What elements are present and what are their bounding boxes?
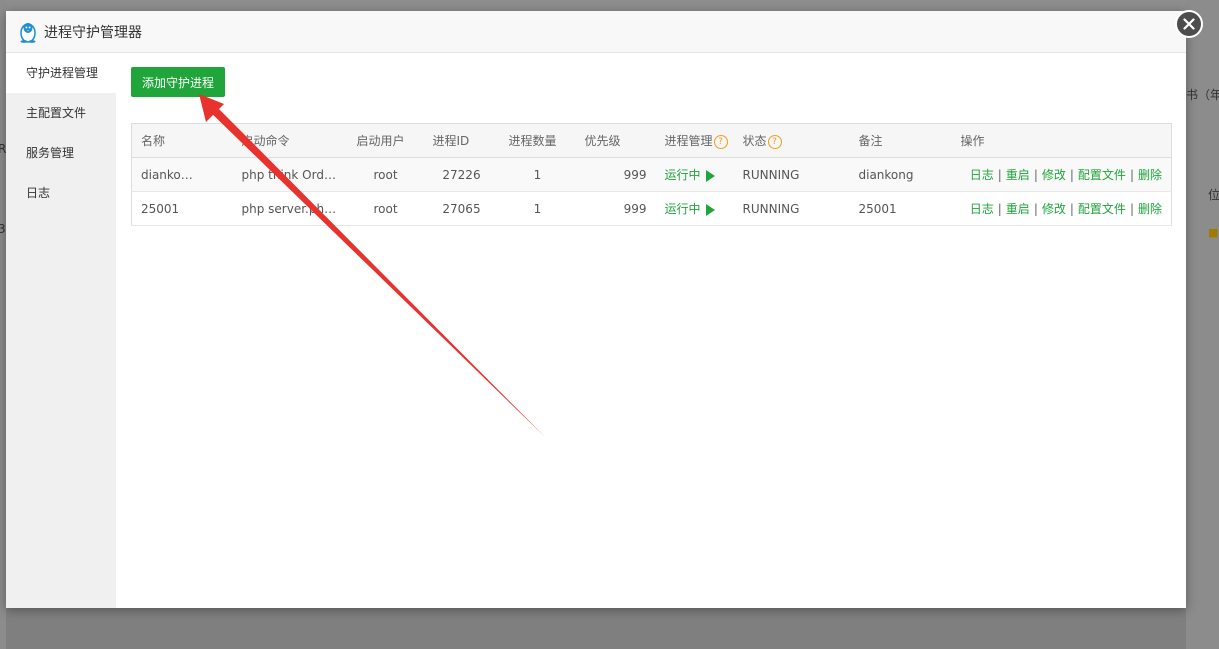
- background-text: 位: [1208, 188, 1219, 202]
- column-header-status: 状态?: [733, 123, 850, 158]
- cell-remark: diankong: [849, 157, 952, 192]
- cell-pid: 27065: [423, 191, 500, 226]
- table-row: dianko… php think Orde… root 27226 1 999…: [131, 157, 1172, 192]
- column-header-name: 名称: [131, 123, 233, 158]
- dialog-header: 进程守护管理器: [6, 11, 1186, 53]
- cell-command: php think Orde…: [232, 157, 348, 192]
- cell-status: RUNNING: [733, 157, 850, 192]
- table-header-row: 名称 启动命令 启动用户 进程ID 进程数量 优先级 进程管理? 状态? 备注 …: [131, 123, 1172, 158]
- delete-link[interactable]: 删除: [1138, 168, 1162, 182]
- column-header-manage-label: 进程管理: [664, 134, 713, 148]
- dialog-title: 进程守护管理器: [44, 24, 142, 41]
- op-separator: |: [1069, 202, 1074, 216]
- penguin-logo-icon: [18, 21, 38, 43]
- cell-name: dianko…: [131, 157, 233, 192]
- edit-link[interactable]: 修改: [1042, 202, 1066, 216]
- column-header-remark: 备注: [849, 123, 952, 158]
- process-table: 名称 启动命令 启动用户 进程ID 进程数量 优先级 进程管理? 状态? 备注 …: [131, 123, 1172, 226]
- op-separator: |: [1033, 168, 1038, 182]
- edit-link[interactable]: 修改: [1042, 168, 1066, 182]
- sidebar-item-log[interactable]: 日志: [6, 173, 116, 213]
- cell-user: root: [347, 191, 424, 226]
- log-link[interactable]: 日志: [970, 202, 994, 216]
- column-header-user: 启动用户: [347, 123, 424, 158]
- op-separator: |: [997, 168, 1002, 182]
- op-separator: |: [1129, 168, 1134, 182]
- cell-pid: 27226: [423, 157, 500, 192]
- column-header-manage: 进程管理?: [655, 123, 734, 158]
- restart-link[interactable]: 重启: [1006, 202, 1030, 216]
- sidebar-item-main-config[interactable]: 主配置文件: [6, 93, 116, 133]
- running-label: 运行中: [664, 168, 701, 182]
- sidebar-item-label: 守护进程管理: [26, 66, 99, 80]
- delete-link[interactable]: 删除: [1138, 202, 1162, 216]
- log-link[interactable]: 日志: [970, 168, 994, 182]
- sidebar-item-label: 主配置文件: [26, 106, 87, 120]
- op-separator: |: [997, 202, 1002, 216]
- column-header-priority: 优先级: [575, 123, 656, 158]
- column-header-pid: 进程ID: [423, 123, 500, 158]
- cell-manage-running[interactable]: 运行中: [655, 157, 734, 192]
- background-right-strip: 书（年 位 ■: [1186, 0, 1219, 649]
- cell-priority: 999: [575, 157, 656, 192]
- column-header-count: 进程数量: [499, 123, 576, 158]
- background-text: 书（年: [1186, 88, 1219, 102]
- close-button[interactable]: [1175, 10, 1203, 38]
- cell-remark: 25001: [849, 191, 952, 226]
- cell-command: php server.php…: [232, 191, 348, 226]
- op-separator: |: [1033, 202, 1038, 216]
- cell-count: 1: [499, 191, 576, 226]
- sidebar-item-label: 日志: [26, 186, 51, 200]
- add-daemon-button[interactable]: 添加守护进程: [131, 67, 226, 97]
- play-icon: [705, 169, 715, 182]
- op-separator: |: [1069, 168, 1074, 182]
- play-icon: [705, 203, 715, 216]
- cell-status: RUNNING: [733, 191, 850, 226]
- help-icon[interactable]: ?: [713, 134, 728, 149]
- folder-icon: ■: [1208, 226, 1219, 239]
- sidebar-item-label: 服务管理: [26, 146, 75, 160]
- sidebar: 守护进程管理 主配置文件 服务管理 日志: [6, 53, 116, 608]
- cell-ops: 日志 | 重启 | 修改 | 配置文件 | 删除: [951, 157, 1172, 192]
- config-file-link[interactable]: 配置文件: [1078, 202, 1126, 216]
- cell-priority: 999: [575, 191, 656, 226]
- column-header-command: 启动命令: [232, 123, 348, 158]
- cell-manage-running[interactable]: 运行中: [655, 191, 734, 226]
- cell-count: 1: [499, 157, 576, 192]
- cell-ops: 日志 | 重启 | 修改 | 配置文件 | 删除: [951, 191, 1172, 226]
- restart-link[interactable]: 重启: [1006, 168, 1030, 182]
- column-header-status-label: 状态: [742, 134, 767, 148]
- table-row: 25001 php server.php… root 27065 1 999 运…: [131, 191, 1172, 226]
- op-separator: |: [1129, 202, 1134, 216]
- running-label: 运行中: [664, 202, 701, 216]
- cell-user: root: [347, 157, 424, 192]
- config-file-link[interactable]: 配置文件: [1078, 168, 1126, 182]
- main-content: 添加守护进程 名称 启动命令 启动用户 进程ID 进程数量 优先级 进程管理? …: [131, 53, 1172, 608]
- cell-name: 25001: [131, 191, 233, 226]
- column-header-ops: 操作: [951, 123, 1172, 158]
- sidebar-item-daemon-manage[interactable]: 守护进程管理: [6, 53, 116, 93]
- process-manager-dialog: 进程守护管理器 守护进程管理 主配置文件 服务管理 日志 添加守护进程 名称 启…: [6, 10, 1203, 608]
- close-icon: [1183, 18, 1195, 30]
- sidebar-item-service-manage[interactable]: 服务管理: [6, 133, 116, 173]
- help-icon[interactable]: ?: [767, 134, 782, 149]
